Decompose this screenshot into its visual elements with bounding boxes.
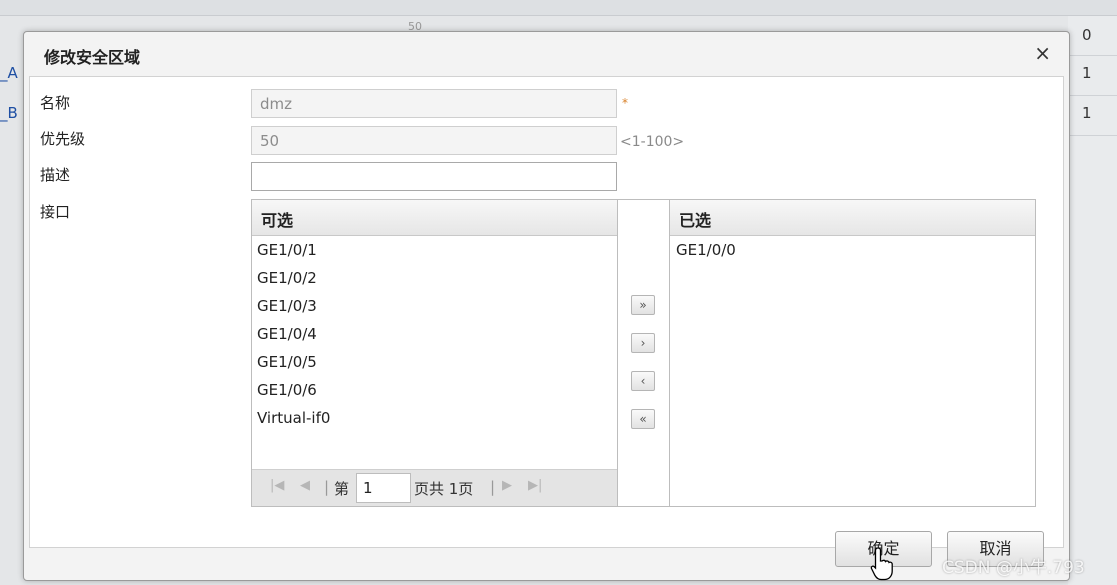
list-item[interactable]: GE1/0/6	[252, 376, 617, 404]
description-label: 描述	[40, 166, 71, 184]
edit-security-zone-dialog: 修改安全区域 × 名称 * 优先级 <1-100> 描述 接口 可选 GE1/0…	[23, 31, 1070, 581]
hand-cursor-icon	[870, 547, 893, 581]
next-page-icon[interactable]: ▶	[502, 478, 512, 493]
selected-list-header: 已选	[670, 200, 1035, 236]
dialog-titlebar: 修改安全区域 ×	[24, 32, 1069, 76]
available-list-header: 可选	[252, 200, 617, 236]
list-item[interactable]: GE1/0/1	[252, 236, 617, 264]
description-field[interactable]	[251, 162, 617, 191]
dialog-title: 修改安全区域	[44, 48, 141, 67]
prev-page-icon[interactable]: ◀	[300, 478, 310, 493]
background-count: 1	[1082, 64, 1092, 82]
remove-button[interactable]: ‹	[631, 371, 655, 391]
close-icon[interactable]: ×	[1034, 41, 1051, 65]
list-item[interactable]: GE1/0/2	[252, 264, 617, 292]
add-all-button[interactable]: »	[631, 295, 655, 315]
dialog-content: 名称 * 优先级 <1-100> 描述 接口 可选 GE1/0/1 GE1/0/…	[29, 76, 1064, 548]
required-marker: *	[622, 96, 628, 110]
available-interfaces-list: 可选 GE1/0/1 GE1/0/2 GE1/0/3 GE1/0/4 GE1/0…	[251, 199, 618, 507]
transfer-controls: » › ‹ «	[618, 199, 669, 507]
list-item[interactable]: GE1/0/5	[252, 348, 617, 376]
page-prefix: 第	[334, 480, 350, 498]
remove-all-button[interactable]: «	[631, 409, 655, 429]
available-list-items: GE1/0/1 GE1/0/2 GE1/0/3 GE1/0/4 GE1/0/5 …	[252, 236, 617, 432]
priority-label: 优先级	[40, 130, 86, 148]
priority-range-hint: <1-100>	[620, 134, 685, 150]
background-link[interactable]: _A	[0, 64, 18, 82]
background-row	[1068, 16, 1117, 56]
background-top-strip	[0, 0, 1117, 16]
first-page-icon[interactable]: |◀	[270, 478, 284, 493]
name-field[interactable]	[251, 89, 617, 118]
pager-divider: |	[490, 478, 496, 496]
add-button[interactable]: ›	[631, 333, 655, 353]
list-item[interactable]: Virtual-if0	[252, 404, 617, 432]
list-item[interactable]: GE1/0/0	[670, 236, 1035, 264]
selected-list-items: GE1/0/0	[670, 236, 1035, 264]
background-row	[1068, 56, 1117, 96]
background-count: 1	[1082, 104, 1092, 122]
background-link[interactable]: _B	[0, 104, 18, 122]
list-item[interactable]: GE1/0/4	[252, 320, 617, 348]
name-label: 名称	[40, 94, 71, 112]
last-page-icon[interactable]: ▶|	[528, 478, 542, 493]
pagination-bar: |◀ ◀ | 第 页共 1页 | ▶ ▶|	[252, 469, 617, 506]
priority-field[interactable]	[251, 126, 617, 155]
page-number-input[interactable]	[356, 473, 411, 503]
page-total-text: 页共 1页	[414, 480, 474, 498]
interface-label: 接口	[40, 203, 71, 221]
pager-divider: |	[324, 478, 330, 496]
background-count: 0	[1082, 26, 1092, 44]
watermark: CSDN @小牛.793	[942, 558, 1085, 578]
background-row	[1068, 96, 1117, 136]
selected-interfaces-list: 已选 GE1/0/0	[669, 199, 1036, 507]
list-item[interactable]: GE1/0/3	[252, 292, 617, 320]
